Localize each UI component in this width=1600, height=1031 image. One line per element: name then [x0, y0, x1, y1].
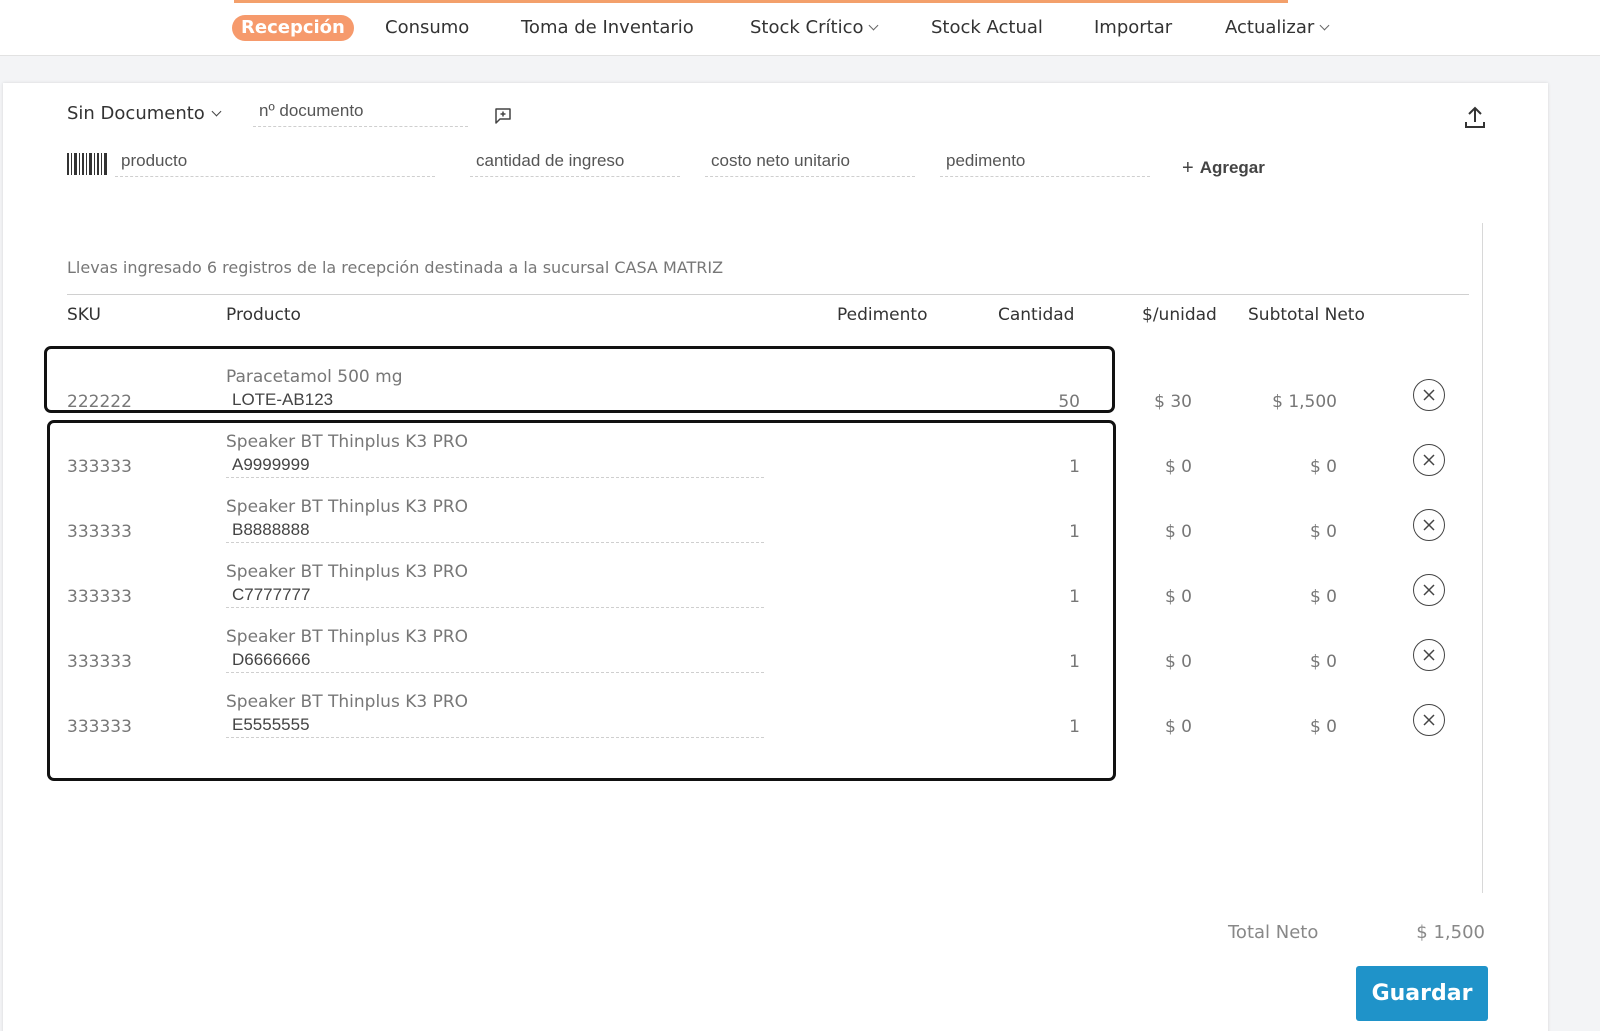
row-quantity: 1 — [1069, 522, 1080, 542]
records-info-text: Llevas ingresado 6 registros de la recep… — [67, 258, 724, 277]
row-quantity: 1 — [1069, 457, 1080, 477]
table-row: 333333 Speaker BT Thinplus K3 PRO C77777… — [3, 555, 1548, 615]
document-number-input[interactable] — [259, 97, 468, 125]
close-icon — [1423, 649, 1435, 661]
row-sku: 222222 — [67, 392, 132, 412]
header-divider — [67, 294, 1469, 295]
top-nav: Recepción Consumo Toma de Inventario Sto… — [0, 0, 1600, 56]
chevron-down-icon — [1319, 20, 1330, 31]
total-neto-label: Total Neto — [1228, 922, 1319, 943]
reception-card: Sin Documento nº documento producto cant… — [3, 83, 1548, 1031]
column-header-producto: Producto — [226, 305, 301, 325]
remove-row-button[interactable] — [1413, 379, 1445, 411]
tab-stock-critico[interactable]: Stock Crítico — [750, 15, 879, 41]
remove-row-button[interactable] — [1413, 574, 1445, 606]
row-quantity: 1 — [1069, 652, 1080, 672]
row-quantity: 1 — [1069, 587, 1080, 607]
row-quantity: 1 — [1069, 717, 1080, 737]
pedimento-input[interactable] — [946, 147, 1150, 175]
remove-row-button[interactable] — [1413, 704, 1445, 736]
row-product-name: Speaker BT Thinplus K3 PRO — [226, 692, 469, 712]
row-product-name: Paracetamol 500 mg — [226, 367, 403, 387]
column-header-cantidad: Cantidad — [998, 305, 1075, 325]
quantity-field[interactable] — [470, 147, 680, 177]
column-header-pedimento: Pedimento — [837, 305, 928, 325]
close-icon — [1423, 454, 1435, 466]
save-button[interactable]: Guardar — [1356, 966, 1488, 1021]
row-subtotal: $ 1,500 — [1272, 392, 1337, 412]
upload-icon[interactable] — [1463, 105, 1487, 135]
table-row: 333333 Speaker BT Thinplus K3 PRO E55555… — [3, 685, 1548, 745]
table-row: 333333 Speaker BT Thinplus K3 PRO D66666… — [3, 620, 1548, 680]
row-sku: 333333 — [67, 457, 132, 477]
unit-cost-field[interactable] — [705, 147, 915, 177]
remove-row-button[interactable] — [1413, 639, 1445, 671]
remove-row-button[interactable] — [1413, 444, 1445, 476]
row-subtotal: $ 0 — [1309, 717, 1337, 737]
row-unit-price: $ 0 — [1164, 717, 1192, 737]
row-unit-price: $ 0 — [1164, 587, 1192, 607]
remove-row-button[interactable] — [1413, 509, 1445, 541]
row-lot-field[interactable]: LOTE-AB123 — [226, 389, 764, 413]
total-neto-value: $ 1,500 — [1416, 922, 1485, 943]
pedimento-field[interactable] — [940, 147, 1150, 177]
nav-accent-line — [234, 0, 1288, 3]
quantity-input[interactable] — [476, 147, 680, 175]
document-type-select[interactable]: Sin Documento — [67, 103, 222, 124]
close-icon — [1423, 714, 1435, 726]
row-unit-price: $ 0 — [1164, 652, 1192, 672]
row-lot-field[interactable]: C7777777 — [226, 584, 764, 608]
table-row: 333333 Speaker BT Thinplus K3 PRO A99999… — [3, 425, 1548, 485]
tab-recepcion[interactable]: Recepción — [232, 15, 354, 41]
barcode-icon[interactable] — [67, 153, 109, 177]
row-subtotal: $ 0 — [1309, 457, 1337, 477]
row-product-name: Speaker BT Thinplus K3 PRO — [226, 562, 469, 582]
row-subtotal: $ 0 — [1309, 652, 1337, 672]
row-product-name: Speaker BT Thinplus K3 PRO — [226, 432, 469, 452]
tab-importar[interactable]: Importar — [1094, 15, 1172, 41]
table-row: 333333 Speaker BT Thinplus K3 PRO B88888… — [3, 490, 1548, 550]
row-sku: 333333 — [67, 652, 132, 672]
tab-consumo[interactable]: Consumo — [385, 15, 469, 41]
row-lot-field[interactable]: E5555555 — [226, 714, 764, 738]
table-row: 222222 Paracetamol 500 mg LOTE-AB123 50 … — [3, 360, 1548, 420]
column-header-unidad: $/unidad — [1142, 305, 1217, 325]
plus-icon: + — [1182, 157, 1194, 179]
product-input[interactable] — [121, 147, 435, 175]
row-sku: 333333 — [67, 522, 132, 542]
close-icon — [1423, 584, 1435, 596]
row-sku: 333333 — [67, 717, 132, 737]
chevron-down-icon — [869, 20, 879, 31]
row-lot-field[interactable]: B8888888 — [226, 519, 764, 543]
row-unit-price: $ 0 — [1164, 457, 1192, 477]
row-lot-field[interactable]: A9999999 — [226, 454, 764, 478]
row-product-name: Speaker BT Thinplus K3 PRO — [226, 627, 469, 647]
tab-toma-de-inventario[interactable]: Toma de Inventario — [521, 15, 694, 41]
row-lot-field[interactable]: D6666666 — [226, 649, 764, 673]
row-product-name: Speaker BT Thinplus K3 PRO — [226, 497, 469, 517]
row-sku: 333333 — [67, 587, 132, 607]
row-unit-price: $ 30 — [1154, 392, 1192, 412]
close-icon — [1423, 519, 1435, 531]
document-number-field[interactable] — [253, 97, 468, 127]
tab-actualizar[interactable]: Actualizar — [1225, 15, 1330, 41]
unit-cost-input[interactable] — [711, 147, 915, 175]
tab-stock-actual[interactable]: Stock Actual — [931, 15, 1043, 41]
row-unit-price: $ 0 — [1164, 522, 1192, 542]
column-header-subtotal: Subtotal Neto — [1248, 305, 1365, 325]
chevron-down-icon — [211, 106, 222, 117]
row-quantity: 50 — [1058, 392, 1080, 412]
close-icon — [1423, 389, 1435, 401]
column-header-sku: SKU — [67, 305, 101, 325]
product-field[interactable] — [115, 147, 435, 177]
add-button[interactable]: + Agregar — [1182, 156, 1265, 179]
row-subtotal: $ 0 — [1309, 522, 1337, 542]
row-subtotal: $ 0 — [1309, 587, 1337, 607]
comment-add-icon[interactable] — [494, 107, 512, 129]
